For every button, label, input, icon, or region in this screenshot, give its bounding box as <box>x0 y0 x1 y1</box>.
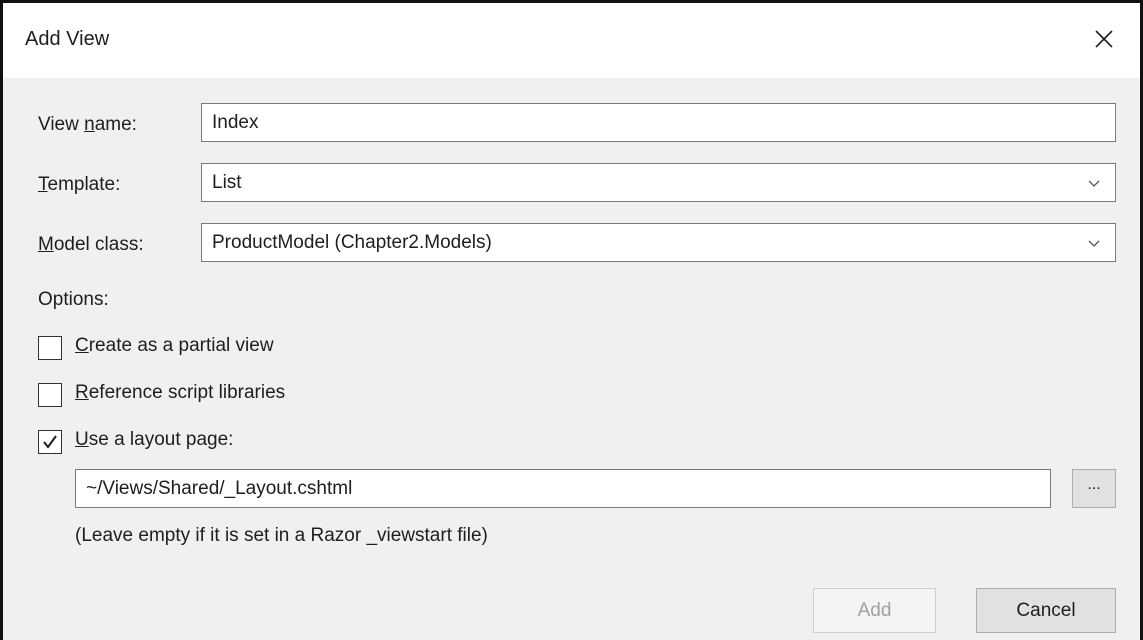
model-class-select[interactable]: ProductModel (Chapter2.Models) <box>201 223 1116 262</box>
template-label: Template: <box>38 174 121 195</box>
partial-view-label[interactable]: Create as a partial view <box>75 335 274 357</box>
add-button[interactable]: Add <box>813 588 936 633</box>
chevron-down-icon <box>1088 180 1100 187</box>
layout-page-label[interactable]: Use a layout page: <box>75 429 233 451</box>
layout-hint: (Leave empty if it is set in a Razor _vi… <box>75 525 488 546</box>
view-name-value: Index <box>212 111 259 133</box>
dialog-title: Add View <box>25 28 110 50</box>
layout-path-input[interactable]: ~/Views/Shared/_Layout.cshtml <box>75 469 1051 508</box>
checkmark-icon <box>43 435 57 449</box>
partial-view-checkbox[interactable] <box>38 336 62 360</box>
browse-button[interactable]: ... <box>1072 469 1116 508</box>
model-class-value: ProductModel (Chapter2.Models) <box>212 231 492 253</box>
view-name-input[interactable]: Index <box>201 103 1116 142</box>
layout-page-checkbox[interactable] <box>38 430 62 454</box>
template-value: List <box>212 171 242 193</box>
close-icon <box>1095 30 1113 48</box>
model-class-label: Model class: <box>38 234 144 255</box>
script-libraries-label[interactable]: Reference script libraries <box>75 382 285 404</box>
cancel-button[interactable]: Cancel <box>976 588 1116 633</box>
title-bar: Add View <box>3 3 1140 78</box>
options-label: Options: <box>38 289 109 310</box>
script-libraries-checkbox[interactable] <box>38 383 62 407</box>
chevron-down-icon <box>1088 240 1100 247</box>
add-view-dialog: Add View View name: Index Template: List… <box>0 0 1143 640</box>
close-button[interactable] <box>1086 21 1122 57</box>
view-name-label: View name: <box>38 114 137 135</box>
template-select[interactable]: List <box>201 163 1116 202</box>
layout-path-value: ~/Views/Shared/_Layout.cshtml <box>86 477 353 499</box>
